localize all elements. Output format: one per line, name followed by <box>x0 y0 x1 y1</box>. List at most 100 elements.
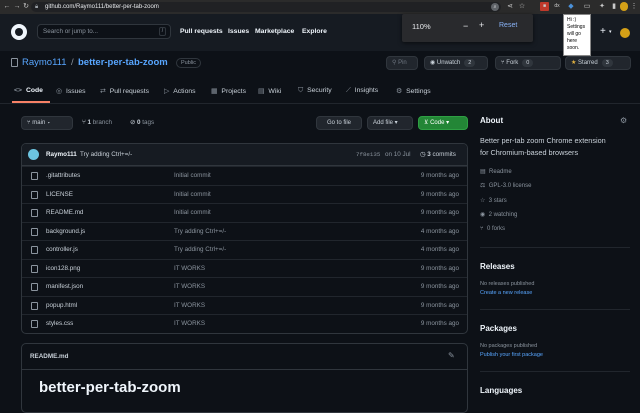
share-icon[interactable]: ⋖ <box>506 2 514 11</box>
zoom-extension-icon[interactable]: ◆ <box>567 2 575 11</box>
avatar[interactable] <box>28 149 39 160</box>
chrome-menu-icon[interactable]: ⋮ <box>630 2 638 11</box>
zoom-indicator-icon[interactable]: ⌕ <box>491 3 499 11</box>
pull-request-icon: ⇄ <box>100 88 106 95</box>
branch-selector[interactable]: ⑂ main ▾ <box>21 116 73 130</box>
file-name[interactable]: manifest.json <box>46 283 83 290</box>
license-link[interactable]: ⚖ GPL-3.0 license <box>480 182 531 189</box>
table-row[interactable]: LICENSE Initial commit 9 months ago <box>22 184 467 204</box>
file-commit-message[interactable]: Try adding Ctrl+=/- <box>174 246 226 253</box>
file-commit-message[interactable]: IT WORKS <box>174 320 205 327</box>
lock-icon: 🔒︎ <box>35 4 39 10</box>
reload-icon[interactable]: ↻ <box>22 2 30 11</box>
watch-label: Unwatch <box>436 60 461 66</box>
pin-button[interactable]: ⚲ Pin <box>386 56 418 70</box>
extension-icon-1[interactable]: ■ <box>540 2 549 11</box>
nav-marketplace[interactable]: Marketplace <box>255 28 294 35</box>
file-name[interactable]: background.js <box>46 228 85 235</box>
branches-link[interactable]: ⑂ 1 branch <box>82 119 112 126</box>
forks-link[interactable]: ⑂ 0 forks <box>480 226 505 232</box>
sidebar-icon[interactable]: ▮ <box>610 2 618 11</box>
forward-icon[interactable]: → <box>13 2 21 11</box>
packages-heading[interactable]: Packages <box>480 324 517 333</box>
file-name[interactable]: LICENSE <box>46 191 73 198</box>
watch-button[interactable]: ◉ Unwatch 2 <box>424 56 488 70</box>
tab-pull-requests[interactable]: ⇄ Pull requests <box>100 87 149 95</box>
project-icon: ▦ <box>211 88 218 95</box>
tab-security[interactable]: ⛉ Security <box>298 87 332 95</box>
nav-issues[interactable]: Issues <box>228 28 249 35</box>
tab-actions[interactable]: ▷ Actions <box>164 87 196 95</box>
tab-projects[interactable]: ▦ Projects <box>211 87 246 95</box>
create-release-link[interactable]: Create a new release <box>480 290 532 296</box>
search-placeholder: Search or jump to... <box>43 28 98 35</box>
stars-link[interactable]: ☆ 3 stars <box>480 197 507 204</box>
table-row[interactable]: controller.js Try adding Ctrl+=/- 4 months… <box>22 240 467 259</box>
repo-name-link[interactable]: better-per-tab-zoom <box>78 57 168 68</box>
commit-hash[interactable]: 7f8e135 <box>356 151 380 158</box>
file-name[interactable]: controller.js <box>46 246 78 253</box>
commit-author[interactable]: Raymo111 <box>46 151 77 158</box>
github-logo-icon[interactable] <box>11 24 27 40</box>
add-file-button[interactable]: Add file ▾ <box>367 116 413 130</box>
file-commit-message[interactable]: IT WORKS <box>174 302 205 309</box>
code-button[interactable]: ⊻ Code ▾ <box>418 116 468 130</box>
tags-link[interactable]: ⊘ 0 tags <box>130 119 154 126</box>
file-commit-message[interactable]: IT WORKS <box>174 265 205 272</box>
file-commit-message[interactable]: IT WORKS <box>174 283 205 290</box>
tab-issues[interactable]: ◎ Issues <box>56 87 86 95</box>
star-button[interactable]: ★ Starred 3 <box>565 56 631 70</box>
avatar[interactable] <box>620 28 630 38</box>
zoom-in-button[interactable]: + <box>479 20 484 30</box>
file-commit-message[interactable]: Initial commit <box>174 209 211 216</box>
table-row[interactable]: icon128.png IT WORKS 9 months ago <box>22 258 467 278</box>
table-row[interactable]: background.js Try adding Ctrl+=/- 4 months… <box>22 221 467 241</box>
nav-pull-requests[interactable]: Pull requests <box>180 28 223 35</box>
releases-heading[interactable]: Releases <box>480 262 515 271</box>
watching-link[interactable]: ◉ 2 watching <box>480 211 517 218</box>
address-bar[interactable]: 🔒︎ github.com/Raymo111/better-per-tab-zo… <box>31 2 501 12</box>
file-name[interactable]: icon128.png <box>46 265 80 272</box>
pencil-edit-icon[interactable]: ✎ <box>448 351 455 360</box>
law-icon: ⚖ <box>480 183 486 189</box>
tab-wiki[interactable]: ▤ Wiki <box>258 87 281 95</box>
gear-icon: ⚙ <box>396 88 403 95</box>
table-row[interactable]: manifest.json IT WORKS 9 months ago <box>22 277 467 296</box>
bookmark-star-icon[interactable]: ☆ <box>518 2 526 11</box>
back-icon[interactable]: ← <box>3 2 11 11</box>
commits-link[interactable]: ◷ 3 commits <box>420 151 456 158</box>
languages-heading: Languages <box>480 386 523 395</box>
file-commit-message[interactable]: Initial commit <box>174 172 211 179</box>
profile-avatar[interactable] <box>620 2 628 11</box>
chevron-down-icon: ▾ <box>444 120 450 126</box>
extension-icon-3[interactable]: ▭ <box>583 2 591 11</box>
table-row[interactable]: popup.html IT WORKS 9 months ago <box>22 295 467 315</box>
file-commit-message[interactable]: Try adding Ctrl+=/- <box>174 228 226 235</box>
nav-explore[interactable]: Explore <box>302 28 327 35</box>
extensions-puzzle-icon[interactable]: ✦ <box>598 2 606 11</box>
file-name[interactable]: styles.css <box>46 320 73 327</box>
table-row[interactable]: styles.css IT WORKS 9 months ago <box>22 314 467 333</box>
tab-settings[interactable]: ⚙ Settings <box>396 87 431 95</box>
table-row[interactable]: README.md Initial commit 9 months ago <box>22 203 467 222</box>
fork-button[interactable]: ⑂ Fork 0 <box>495 56 561 70</box>
create-new-plus-icon[interactable]: + <box>600 26 606 37</box>
readme-link[interactable]: ▤ Readme <box>480 168 512 175</box>
file-commit-message[interactable]: Initial commit <box>174 191 211 198</box>
extension-icon-2[interactable]: dx <box>553 2 561 11</box>
publish-package-link[interactable]: Publish your first package <box>480 352 543 358</box>
commit-message[interactable]: Try adding Ctrl+=/- <box>80 151 132 158</box>
file-name[interactable]: .gitattributes <box>46 172 80 179</box>
file-name[interactable]: README.md <box>46 209 83 216</box>
zoom-out-button[interactable]: − <box>463 21 468 31</box>
tab-insights[interactable]: ⟋ Insights <box>346 87 378 95</box>
file-name[interactable]: popup.html <box>46 302 77 309</box>
file-time: 9 months ago <box>420 264 459 272</box>
repo-owner-link[interactable]: Raymo111 <box>22 57 67 68</box>
search-input[interactable]: Search or jump to... / <box>37 24 171 39</box>
gear-icon[interactable]: ⚙ <box>620 116 627 125</box>
zoom-reset-button[interactable]: Reset <box>499 22 517 29</box>
table-row[interactable]: .gitattributes Initial commit 9 months ago <box>22 166 467 185</box>
tab-code[interactable]: <> Code <box>14 87 43 94</box>
go-to-file-button[interactable]: Go to file <box>316 116 362 130</box>
